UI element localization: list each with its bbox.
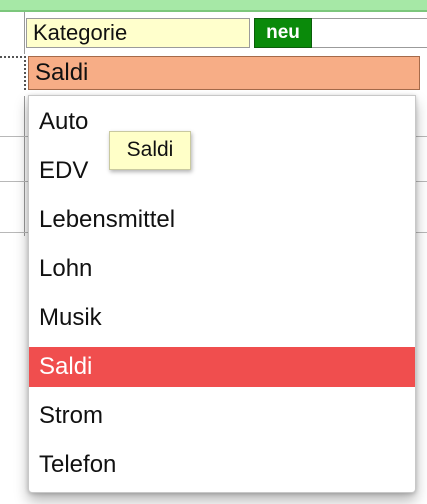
dropdown-option-musik[interactable]: Musik	[29, 298, 415, 338]
dropdown-option-auto[interactable]: Auto	[29, 102, 415, 142]
grid-line	[0, 136, 28, 137]
dropdown-option-strom[interactable]: Strom	[29, 396, 415, 436]
grid-line	[416, 136, 427, 137]
grid-line	[24, 12, 25, 54]
screen: Kategorie neu Saldi Auto EDV Lebensmitte…	[0, 0, 427, 504]
dropdown-option-lohn[interactable]: Lohn	[29, 249, 415, 289]
top-strip	[0, 0, 427, 10]
dropdown-option-telefon[interactable]: Telefon	[29, 445, 415, 485]
kategorie-field[interactable]: Kategorie	[26, 18, 250, 48]
top-strip-line	[0, 10, 427, 12]
grid-line	[416, 232, 427, 233]
grid-line	[416, 181, 427, 182]
grid-line	[24, 96, 25, 236]
focus-marker	[0, 56, 26, 90]
dropdown-option-lebensmittel[interactable]: Lebensmittel	[29, 200, 415, 240]
neu-button[interactable]: neu	[254, 18, 312, 48]
dropdown-option-saldi[interactable]: Saldi	[29, 347, 415, 387]
empty-cell	[312, 18, 427, 48]
category-dropdown-list[interactable]: Auto EDV Lebensmittel Lohn Musik Saldi S…	[28, 95, 416, 493]
tooltip: Saldi	[109, 131, 191, 170]
category-select-field[interactable]: Saldi	[28, 56, 420, 90]
dropdown-option-edv[interactable]: EDV	[29, 151, 415, 191]
grid-line	[0, 181, 28, 182]
grid-line	[0, 232, 28, 233]
